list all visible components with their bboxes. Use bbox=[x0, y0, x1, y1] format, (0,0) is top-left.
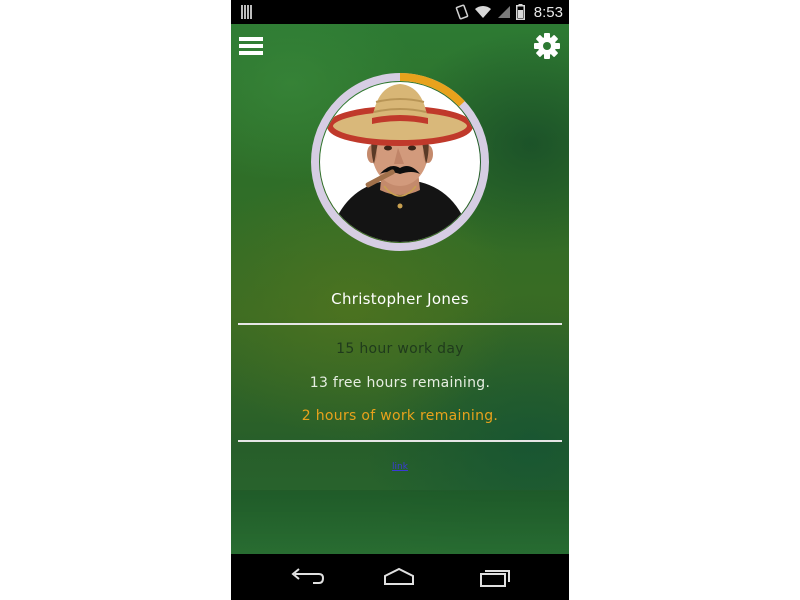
main-screen: Christopher Jones 15 hour work day 13 fr… bbox=[231, 24, 569, 555]
work-remaining-text: 2 hours of work remaining. bbox=[301, 408, 499, 424]
bottom-panel bbox=[231, 490, 569, 555]
rotate-icon bbox=[455, 4, 469, 20]
work-day-text: 15 hour work day bbox=[336, 341, 464, 357]
gear-icon[interactable] bbox=[533, 32, 561, 60]
notification-icon bbox=[241, 5, 253, 19]
battery-icon bbox=[515, 4, 525, 20]
cell-signal-icon bbox=[497, 6, 510, 18]
phone-frame: 8:53 Christopher Jones 15 hour work day … bbox=[231, 0, 569, 600]
status-time: 8:53 bbox=[533, 3, 563, 21]
status-bar: 8:53 bbox=[231, 0, 569, 24]
status-icons: 8:53 bbox=[455, 2, 563, 22]
navigation-bar bbox=[231, 554, 569, 600]
home-icon[interactable] bbox=[381, 566, 417, 588]
avatar bbox=[320, 82, 480, 242]
divider-top bbox=[238, 323, 562, 325]
recent-apps-icon[interactable] bbox=[477, 566, 513, 588]
free-hours-text: 13 free hours remaining. bbox=[309, 375, 491, 391]
back-icon[interactable] bbox=[289, 566, 325, 588]
wifi-icon bbox=[474, 5, 491, 18]
user-name: Christopher Jones bbox=[331, 290, 469, 308]
divider-bottom bbox=[238, 440, 562, 442]
link[interactable]: link bbox=[231, 462, 569, 472]
avatar-progress-ring bbox=[310, 72, 490, 252]
hamburger-menu-icon[interactable] bbox=[239, 37, 263, 57]
